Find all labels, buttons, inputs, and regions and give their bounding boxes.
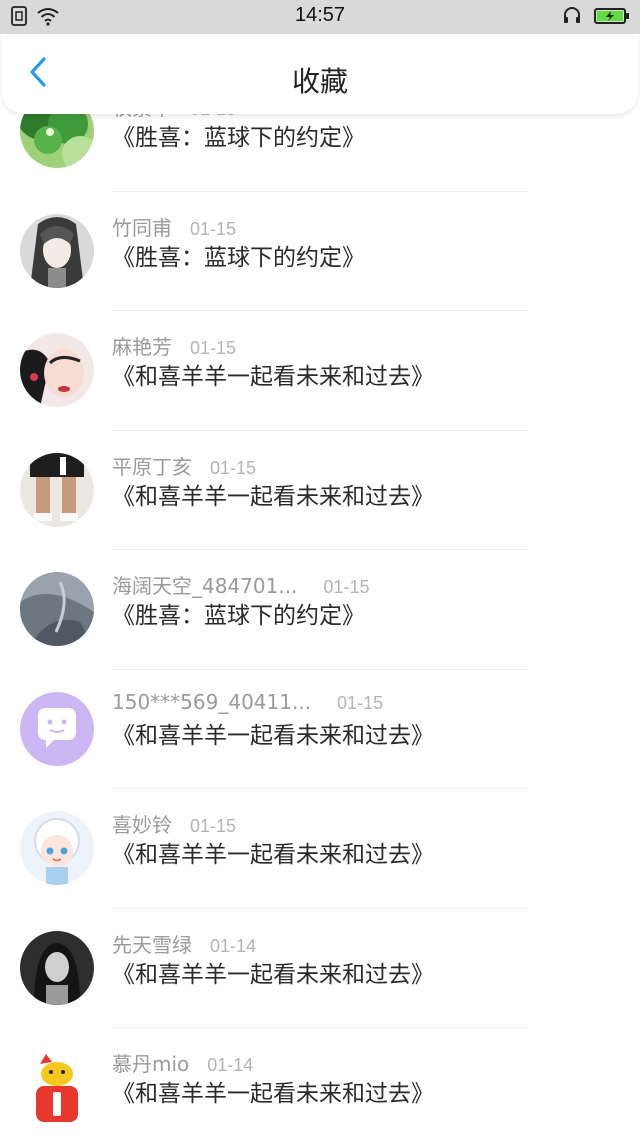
avatar — [20, 930, 94, 1005]
item-meta: 海阔天空_484701... 01-15 — [112, 570, 369, 599]
status-bar: 14:57 — [0, 0, 640, 34]
date: 01-15 — [323, 577, 370, 597]
item-meta: 喜妙铃 01-15 — [112, 809, 236, 838]
item-title: 《和喜羊羊一起看未来和过去》 — [112, 1081, 434, 1107]
date: 01-15 — [210, 457, 257, 478]
item-title: 《和喜羊羊一起看未来和过去》 — [112, 722, 434, 749]
anime-character-avatar-icon — [20, 213, 94, 288]
username: 竹同甫 — [112, 215, 172, 240]
item-title: 《和喜羊羊一起看未来和过去》 — [112, 364, 434, 390]
item-title: 《胜喜：蓝球下的约定》 — [112, 603, 365, 629]
username: 麻艳芳 — [112, 335, 172, 359]
list-item[interactable]: 慕丹mio 01-14 《和喜羊羊一起看未来和过去》 — [0, 1028, 640, 1148]
list-item[interactable]: 海阔天空_484701... 01-15 《胜喜：蓝球下的约定》 — [0, 550, 640, 670]
portrait-photo-avatar-icon — [20, 333, 94, 407]
avatar — [20, 572, 94, 646]
yellow-cat-avatar-icon — [20, 1050, 94, 1124]
username: 平原丁亥 — [112, 454, 192, 479]
dark-portrait-avatar-icon — [20, 930, 94, 1005]
date: 01-15 — [190, 338, 237, 358]
date: 01-14 — [210, 935, 257, 956]
username: 海阔天空_484701... — [112, 574, 298, 598]
battery-charging-icon — [594, 6, 630, 30]
username: 慕丹mio — [112, 1052, 190, 1076]
list-item[interactable]: 喜妙铃 01-15 《和喜羊羊一起看未来和过去》 — [0, 789, 640, 909]
username: 先天雪绿 — [112, 932, 192, 957]
avatar — [20, 811, 94, 885]
cartoon-girl-avatar-icon — [20, 811, 94, 885]
date: 01-15 — [190, 218, 237, 239]
avatar — [20, 691, 94, 766]
item-title: 《和喜羊羊一起看未来和过去》 — [112, 483, 434, 510]
list-item[interactable]: 150***569_40411... 01-15 《和喜羊羊一起看未来和过去》 — [0, 670, 640, 789]
favorites-list: 权景平 01-15 《胜喜：蓝球下的约定》 竹同甫 01-15 — [0, 94, 640, 1148]
date: 01-15 — [190, 816, 237, 836]
item-meta: 麻艳芳 01-15 — [112, 331, 236, 360]
list-item[interactable]: 平原丁亥 01-15 《和喜羊羊一起看未来和过去》 — [0, 431, 640, 550]
item-meta: 慕丹mio 01-14 — [112, 1048, 253, 1077]
item-title: 《胜喜：蓝球下的约定》 — [112, 125, 365, 151]
legs-photo-avatar-icon — [20, 452, 94, 527]
nav-header: 收藏 — [2, 34, 638, 114]
landscape-photo-avatar-icon — [20, 572, 94, 646]
username: 喜妙铃 — [112, 813, 172, 837]
avatar — [20, 213, 94, 288]
list-item[interactable]: 麻艳芳 01-15 《和喜羊羊一起看未来和过去》 — [0, 311, 640, 431]
list-item[interactable]: 先天雪绿 01-14 《和喜羊羊一起看未来和过去》 — [0, 909, 640, 1028]
status-time: 14:57 — [294, 4, 346, 26]
item-meta: 先天雪绿 01-14 — [112, 929, 256, 958]
item-meta: 150***569_40411... 01-15 — [112, 690, 383, 714]
item-title: 《和喜羊羊一起看未来和过去》 — [112, 961, 434, 988]
avatar — [20, 452, 94, 527]
item-title: 《和喜羊羊一起看未来和过去》 — [112, 842, 434, 868]
page-title: 收藏 — [291, 65, 348, 98]
avatar — [20, 1050, 94, 1124]
date: 01-15 — [337, 692, 384, 713]
item-meta: 平原丁亥 01-15 — [112, 451, 256, 480]
chat-bubble-avatar-icon — [20, 691, 94, 766]
list-item[interactable]: 竹同甫 01-15 《胜喜：蓝球下的约定》 — [0, 192, 640, 311]
date: 01-14 — [207, 1055, 254, 1075]
avatar — [20, 333, 94, 407]
status-right-icons — [562, 6, 630, 30]
username: 150***569_40411... — [112, 689, 312, 714]
headset-icon — [562, 6, 582, 30]
item-meta: 竹同甫 01-15 — [112, 212, 236, 241]
item-title: 《胜喜：蓝球下的约定》 — [112, 244, 365, 271]
